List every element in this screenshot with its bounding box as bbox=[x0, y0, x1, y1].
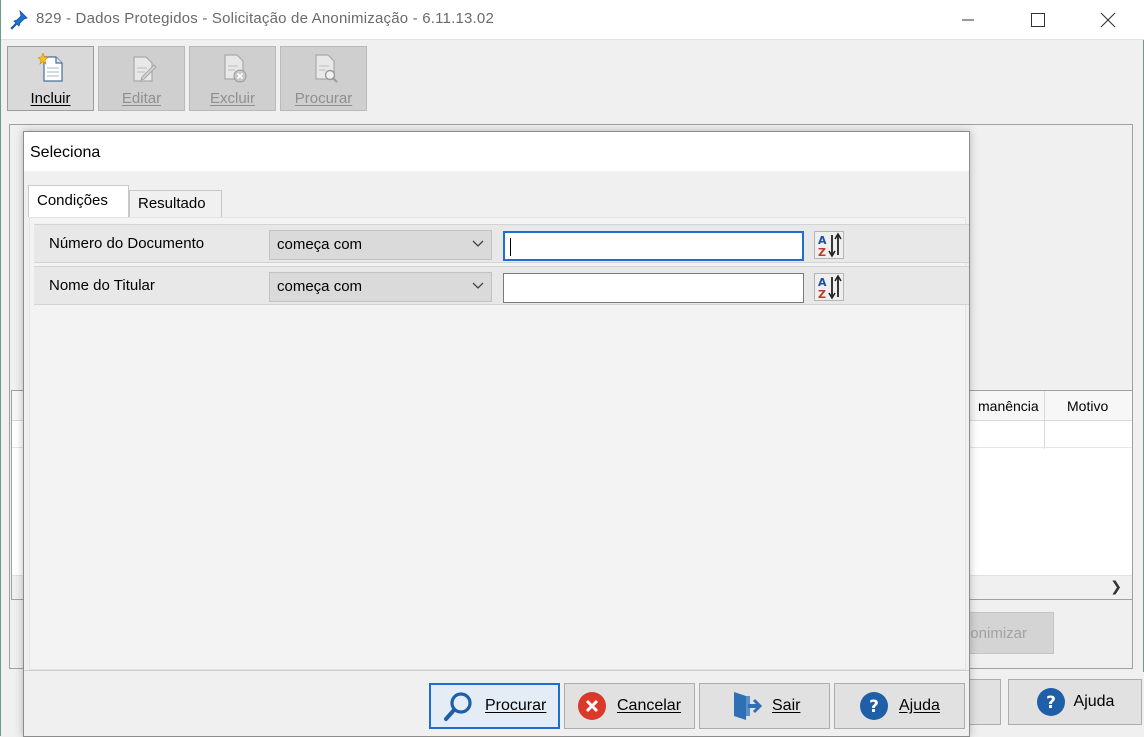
incluir-button[interactable]: Incluir bbox=[7, 46, 94, 111]
svg-text:?: ? bbox=[1046, 693, 1056, 713]
delete-document-icon bbox=[224, 54, 247, 83]
condition-row-titular: Nome do Titular começa com A Z bbox=[34, 266, 969, 305]
incluir-label: Incluir bbox=[30, 90, 71, 107]
minimize-button[interactable] bbox=[933, 0, 1003, 40]
operator-select[interactable]: começa com bbox=[269, 272, 492, 302]
sort-az-icon[interactable]: A Z bbox=[814, 273, 844, 301]
close-button[interactable] bbox=[1073, 0, 1143, 40]
chevron-right-icon[interactable]: ❯ bbox=[1110, 579, 1122, 595]
main-window: 829 - Dados Protegidos - Solicitação de … bbox=[0, 0, 1144, 737]
conditions-panel: Número do Documento começa com A Z Nome … bbox=[29, 217, 969, 670]
chevron-down-icon bbox=[472, 240, 484, 247]
close-icon bbox=[1100, 12, 1116, 28]
excluir-label: Excluir bbox=[209, 90, 255, 107]
cancelar-button[interactable]: Cancelar bbox=[564, 683, 695, 729]
maximize-button[interactable] bbox=[1003, 0, 1073, 40]
dialog-title: Seleciona bbox=[24, 132, 969, 171]
help-icon: ? bbox=[1036, 688, 1065, 716]
holder-name-input[interactable] bbox=[503, 273, 804, 303]
new-document-icon bbox=[38, 53, 63, 82]
excluir-button[interactable]: Excluir bbox=[189, 46, 276, 111]
operator-value: começa com bbox=[277, 236, 363, 253]
minimize-icon bbox=[962, 19, 974, 21]
svg-text:?: ? bbox=[869, 697, 879, 717]
title-bar: 829 - Dados Protegidos - Solicitação de … bbox=[1, 0, 1144, 40]
search-document-icon bbox=[315, 54, 338, 83]
help-icon: ? bbox=[860, 692, 888, 720]
grid-column-motivo[interactable]: Motivo bbox=[1067, 398, 1108, 414]
condition-row-documento: Número do Documento começa com A Z bbox=[34, 224, 969, 263]
tab-resultado[interactable]: Resultado bbox=[129, 190, 222, 217]
dialog-footer: Procurar Cancelar Sair ? Ajuda bbox=[24, 670, 969, 736]
procurar-dialog-button[interactable]: Procurar bbox=[429, 683, 560, 729]
svg-text:Z: Z bbox=[818, 246, 826, 259]
toolbar: Incluir Editar Excluir Procurar bbox=[7, 46, 367, 112]
sair-button[interactable]: Sair bbox=[699, 683, 830, 729]
ajuda-label: Ajuda bbox=[899, 697, 940, 714]
pin-icon bbox=[10, 9, 28, 30]
condition-label: Número do Documento bbox=[49, 235, 205, 252]
sort-az-icon[interactable]: A Z bbox=[814, 231, 844, 259]
procurar-label: Procurar bbox=[294, 90, 353, 107]
document-number-input[interactable] bbox=[503, 231, 804, 261]
maximize-icon bbox=[1031, 13, 1045, 27]
chevron-down-icon bbox=[472, 282, 484, 289]
operator-value: começa com bbox=[277, 278, 363, 295]
cancel-icon bbox=[578, 692, 606, 720]
seleciona-dialog: Seleciona Condições Resultado Número do … bbox=[23, 131, 970, 737]
sair-label: Sair bbox=[772, 697, 801, 714]
svg-text:Z: Z bbox=[818, 288, 826, 301]
grid-column-permanencia[interactable]: manência bbox=[978, 398, 1039, 414]
edit-document-icon bbox=[133, 56, 157, 82]
window-title: 829 - Dados Protegidos - Solicitação de … bbox=[36, 10, 494, 27]
ajuda-button[interactable]: ? Ajuda bbox=[834, 683, 965, 729]
cancelar-label: Cancelar bbox=[617, 697, 682, 714]
procurar-button[interactable]: Procurar bbox=[280, 46, 367, 111]
exit-door-icon bbox=[734, 692, 762, 720]
procurar-dialog-label: Procurar bbox=[485, 697, 547, 714]
background-help-button[interactable]: ? Ajuda bbox=[1008, 679, 1142, 725]
operator-select[interactable]: começa com bbox=[269, 230, 492, 260]
search-icon bbox=[444, 692, 472, 721]
editar-button[interactable]: Editar bbox=[98, 46, 185, 111]
condition-label: Nome do Titular bbox=[49, 277, 155, 294]
background-help-label: Ajuda bbox=[1073, 693, 1115, 710]
tab-condicoes[interactable]: Condições bbox=[28, 185, 129, 217]
editar-label: Editar bbox=[121, 90, 162, 107]
